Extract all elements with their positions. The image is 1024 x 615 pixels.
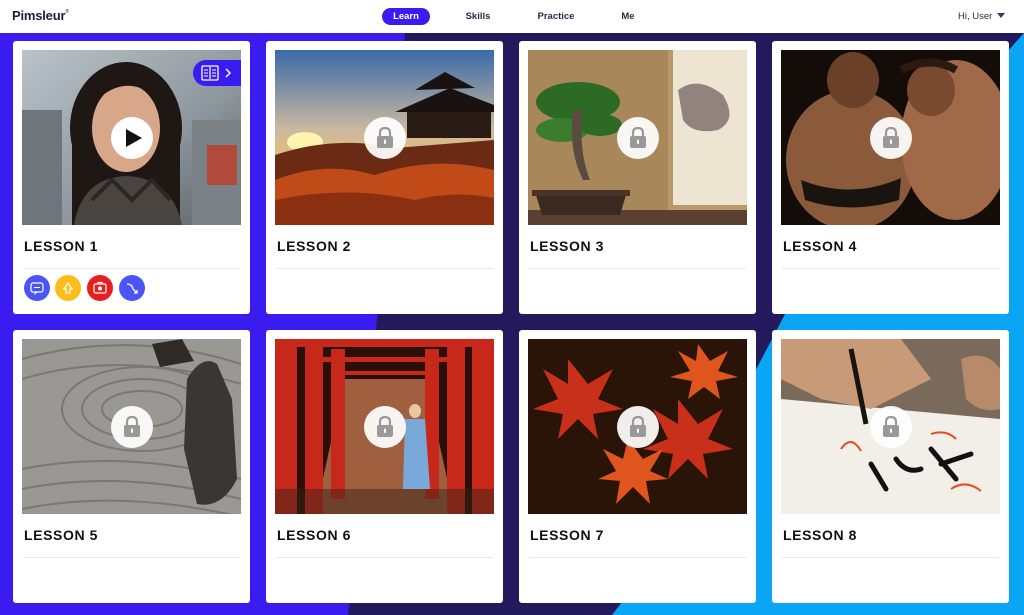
lesson-card-5[interactable]: LESSON 5: [13, 330, 250, 603]
locked-indicator: [364, 406, 406, 448]
lesson-title: LESSON 6: [277, 527, 352, 543]
lock-icon: [377, 416, 393, 437]
lock-icon: [630, 127, 646, 148]
lock-icon: [377, 127, 393, 148]
quick-match-button[interactable]: [55, 275, 81, 301]
locked-indicator: [111, 406, 153, 448]
divider: [529, 557, 746, 558]
locked-indicator: [617, 406, 659, 448]
nav-tab-practice[interactable]: Practice: [533, 8, 579, 25]
locked-indicator: [617, 117, 659, 159]
lesson-image: [275, 50, 494, 225]
lesson-title: LESSON 5: [24, 527, 99, 543]
lesson-card-2[interactable]: LESSON 2: [266, 41, 503, 314]
lesson-image: [528, 50, 747, 225]
divider: [276, 557, 493, 558]
lesson-image: [275, 339, 494, 514]
lock-icon: [630, 416, 646, 437]
nav-tab-skills[interactable]: Skills: [462, 8, 494, 25]
caret-down-icon: [997, 12, 1006, 18]
flash-cards-button[interactable]: [24, 275, 50, 301]
lesson-card-8[interactable]: LESSON 8: [772, 330, 1009, 603]
lesson-card-1[interactable]: LESSON 1: [13, 41, 250, 314]
lesson-image: [781, 339, 1000, 514]
speak-easy-icon: [93, 281, 107, 294]
top-bar: Pimsleur® Learn Skills Practice Me Hi, U…: [0, 0, 1024, 33]
lock-icon: [883, 416, 899, 437]
user-menu[interactable]: Hi, User: [958, 8, 1006, 25]
divider: [782, 557, 999, 558]
lesson-title: LESSON 4: [783, 238, 858, 254]
pimsleur-logo[interactable]: Pimsleur®: [12, 8, 69, 23]
lesson-image: [22, 339, 241, 514]
lock-icon: [124, 416, 140, 437]
play-icon: [126, 129, 142, 147]
divider: [276, 268, 493, 269]
reading-button[interactable]: [193, 60, 241, 86]
divider: [782, 268, 999, 269]
locked-indicator: [870, 406, 912, 448]
reading-icon: [201, 65, 232, 81]
lesson-image: [781, 50, 1000, 225]
lesson-card-3[interactable]: LESSON 3: [519, 41, 756, 314]
nav-tab-learn[interactable]: Learn: [382, 8, 430, 25]
quick-match-icon: [62, 281, 74, 294]
lesson-title: LESSON 8: [783, 527, 858, 543]
nav-tab-me[interactable]: Me: [618, 8, 638, 25]
play-button[interactable]: [111, 117, 153, 159]
divider: [529, 268, 746, 269]
lesson-title: LESSON 2: [277, 238, 352, 254]
lesson-title: LESSON 7: [530, 527, 605, 543]
speak-easy-button[interactable]: [87, 275, 113, 301]
review-icon: [126, 283, 138, 294]
lesson-image: [528, 339, 747, 514]
lesson-card-4[interactable]: LESSON 4: [772, 41, 1009, 314]
lock-icon: [883, 127, 899, 148]
lesson-card-6[interactable]: LESSON 6: [266, 330, 503, 603]
lesson-title: LESSON 3: [530, 238, 605, 254]
user-greeting: Hi, User: [958, 11, 993, 22]
locked-indicator: [364, 117, 406, 159]
lesson-title: LESSON 1: [24, 238, 99, 254]
divider: [23, 557, 240, 558]
flash-cards-icon: [30, 282, 44, 295]
lesson-image: [22, 50, 241, 225]
lesson-card-7[interactable]: LESSON 7: [519, 330, 756, 603]
locked-indicator: [870, 117, 912, 159]
divider: [23, 268, 240, 269]
review-button[interactable]: [119, 275, 145, 301]
